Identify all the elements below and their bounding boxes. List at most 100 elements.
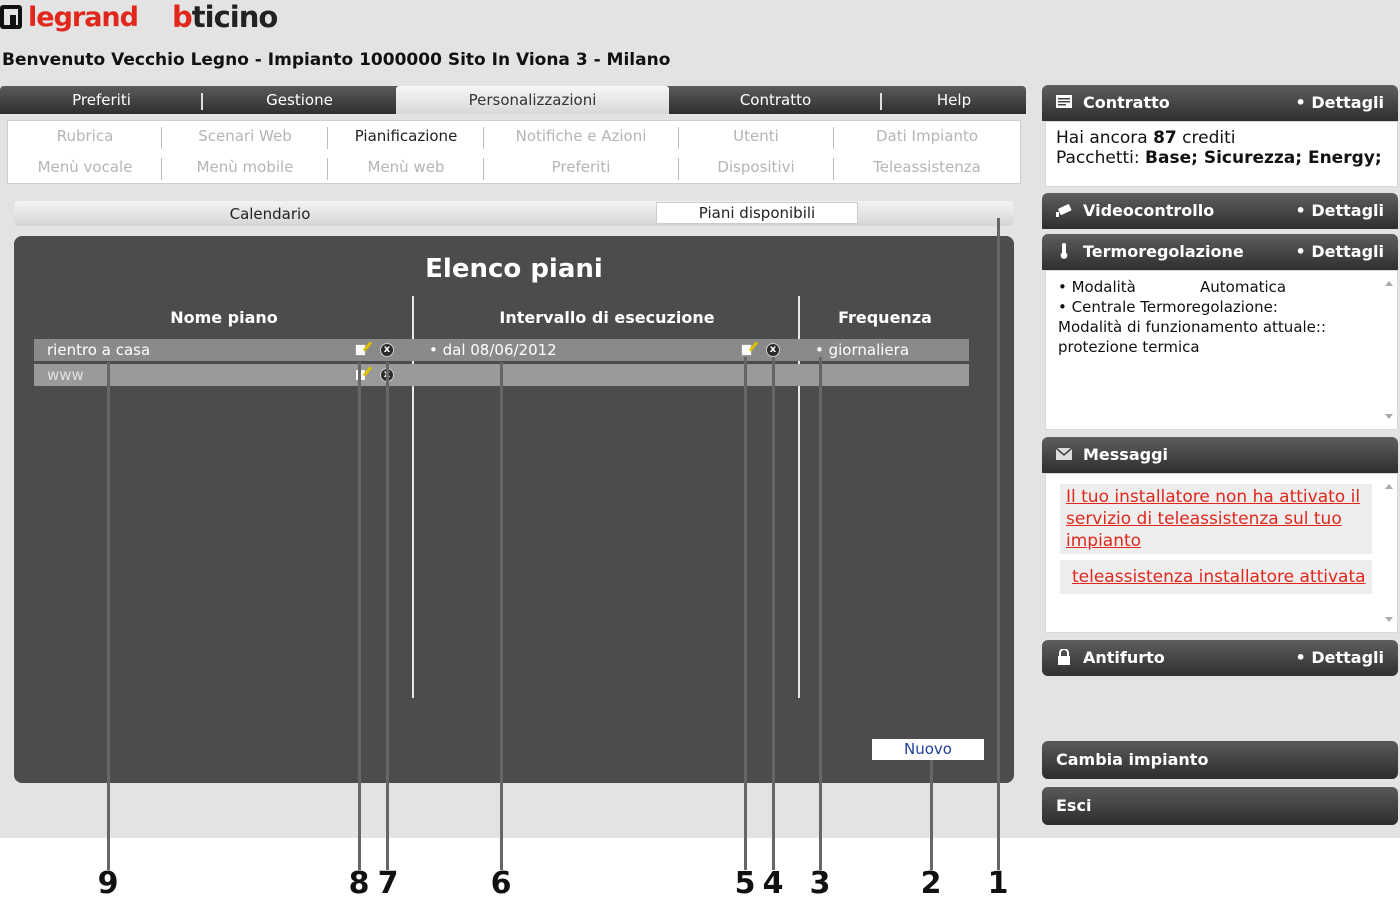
submenu-divider — [161, 127, 162, 149]
message-item: Il tuo installatore non ha attivato il s… — [1060, 484, 1372, 554]
tab-personalizzazioni[interactable]: Personalizzazioni — [396, 86, 669, 114]
messaggi-header: Messaggi — [1042, 437, 1398, 473]
delete-plan-icon[interactable]: x — [380, 343, 394, 357]
submenu-divider — [833, 127, 834, 149]
termoregolazione-details-link[interactable]: • Dettagli — [1296, 242, 1384, 261]
submenu-utenti[interactable]: Utenti — [681, 127, 831, 145]
plan-name[interactable]: www — [47, 364, 84, 386]
mode-value: Automatica — [1200, 278, 1287, 296]
callout-line — [107, 362, 110, 870]
submenu-pianificazione[interactable]: Pianificazione — [331, 127, 481, 145]
credits-suffix: crediti — [1176, 128, 1236, 148]
videocontrollo-details-link[interactable]: • Dettagli — [1296, 201, 1384, 220]
callout-line — [772, 357, 775, 870]
callout-number: 1 — [987, 866, 1009, 901]
scroll-down-arrow-icon[interactable] — [1385, 617, 1393, 622]
antifurto-header: Antifurto • Dettagli — [1042, 640, 1398, 676]
legrand-logo-mark-icon — [0, 5, 22, 29]
callout-number: 2 — [920, 866, 942, 901]
credits-value: 87 — [1153, 128, 1177, 148]
submenu-menu-vocale[interactable]: Menù vocale — [10, 158, 160, 176]
tab-preferiti[interactable]: Preferiti — [0, 86, 203, 114]
termoregolazione-header: Termoregolazione • Dettagli — [1042, 234, 1398, 270]
table-row[interactable]: rientro a casa x • dal 08/06/2012 x • gi… — [34, 339, 969, 361]
panel-title: Elenco piani — [425, 254, 603, 284]
column-header-name: Nome piano — [170, 308, 278, 327]
plan-name[interactable]: rientro a casa — [47, 339, 150, 361]
antifurto-title: Antifurto — [1083, 648, 1165, 667]
inner-tabs: Calendario Piani disponibili — [14, 201, 1014, 226]
submenu-notifiche-azioni[interactable]: Notifiche e Azioni — [506, 127, 656, 145]
callout-line — [930, 760, 933, 870]
edit-plan-icon[interactable] — [355, 344, 366, 356]
submenu-dispositivi[interactable]: Dispositivi — [681, 158, 831, 176]
mode-label: • Modalità — [1058, 278, 1136, 296]
lock-icon — [1058, 649, 1070, 665]
scrollbar[interactable] — [1383, 478, 1395, 628]
callout-number: 9 — [97, 866, 119, 901]
welcome-text: Benvenuto Vecchio Legno - Impianto 10000… — [2, 50, 671, 70]
bticino-logo-rest: ticino — [191, 0, 279, 34]
submenu-menu-web[interactable]: Menù web — [331, 158, 481, 176]
messaggi-body: Il tuo installatore non ha attivato il s… — [1045, 473, 1398, 633]
submenu-dati-impianto[interactable]: Dati Impianto — [852, 127, 1002, 145]
tab-help[interactable]: Help — [882, 86, 1026, 114]
callout-line — [386, 362, 389, 870]
callout-number: 8 — [348, 866, 370, 901]
callout-number: 6 — [490, 866, 512, 901]
contratto-title: Contratto — [1083, 93, 1170, 112]
credits-prefix: Hai ancora — [1056, 128, 1154, 148]
packages-line: Pacchetti: Base; Sicurezza; Energy; — [1056, 148, 1387, 168]
submenu-divider — [327, 158, 328, 180]
contratto-body: Hai ancora 87 crediti Pacchetti: Base; S… — [1045, 121, 1398, 187]
submenu-scenari-web[interactable]: Scenari Web — [170, 127, 320, 145]
scrollbar[interactable] — [1383, 275, 1395, 425]
tab-contratto[interactable]: Contratto — [669, 86, 882, 114]
envelope-icon — [1055, 447, 1073, 460]
column-header-frequency: Frequenza — [838, 308, 932, 327]
callout-number: 4 — [762, 866, 784, 901]
callout-line — [997, 218, 1000, 870]
scroll-up-arrow-icon[interactable] — [1385, 484, 1393, 489]
scroll-up-arrow-icon[interactable] — [1385, 281, 1393, 286]
camera-icon — [1056, 204, 1072, 217]
legrand-logo: legrand — [0, 0, 139, 34]
bticino-logo: b ticino — [172, 0, 279, 34]
contract-icon — [1056, 95, 1072, 108]
callout-number: 7 — [377, 866, 399, 901]
app-window: legrand b ticino Benvenuto Vecchio Legno … — [0, 0, 1400, 838]
tab-piani-disponibili[interactable]: Piani disponibili — [656, 202, 858, 224]
contratto-details-link[interactable]: • Dettagli — [1296, 93, 1384, 112]
column-header-interval: Intervallo di esecuzione — [499, 308, 715, 327]
callout-line — [819, 357, 822, 870]
callout-line — [358, 362, 361, 870]
main-tabs: Preferiti Gestione Personalizzazioni Con… — [0, 86, 1026, 114]
videocontrollo-header: Videocontrollo • Dettagli — [1042, 193, 1398, 229]
logout-button[interactable]: Esci — [1042, 787, 1398, 825]
antifurto-details-link[interactable]: • Dettagli — [1296, 648, 1384, 667]
messaggi-title: Messaggi — [1083, 445, 1169, 464]
contratto-header: Contratto • Dettagli — [1042, 85, 1398, 121]
legrand-logo-text: legrand — [28, 1, 139, 33]
message-link[interactable]: teleassistenza installatore attivata — [1072, 567, 1366, 587]
submenu-divider — [483, 158, 484, 180]
submenu-divider — [483, 127, 484, 149]
tab-calendario[interactable]: Calendario — [170, 201, 370, 226]
delete-interval-icon[interactable]: x — [766, 343, 780, 357]
submenu-divider — [678, 127, 679, 149]
credits-line: Hai ancora 87 crediti — [1056, 128, 1387, 148]
packages-label: Pacchetti: — [1056, 148, 1146, 168]
submenu-rubrica[interactable]: Rubrica — [10, 127, 160, 145]
new-plan-button[interactable]: Nuovo — [872, 739, 984, 760]
edit-interval-icon[interactable] — [741, 344, 752, 356]
submenu-teleassistenza[interactable]: Teleassistenza — [852, 158, 1002, 176]
submenu-preferiti[interactable]: Preferiti — [506, 158, 656, 176]
scroll-down-arrow-icon[interactable] — [1385, 414, 1393, 419]
thermometer-icon — [1060, 243, 1068, 259]
message-link[interactable]: Il tuo installatore non ha attivato il s… — [1066, 487, 1360, 551]
submenu-menu-mobile[interactable]: Menù mobile — [170, 158, 320, 176]
change-system-button[interactable]: Cambia impianto — [1042, 741, 1398, 779]
callout-number: 3 — [809, 866, 831, 901]
tab-gestione[interactable]: Gestione — [203, 86, 396, 114]
submenu-divider — [678, 158, 679, 180]
